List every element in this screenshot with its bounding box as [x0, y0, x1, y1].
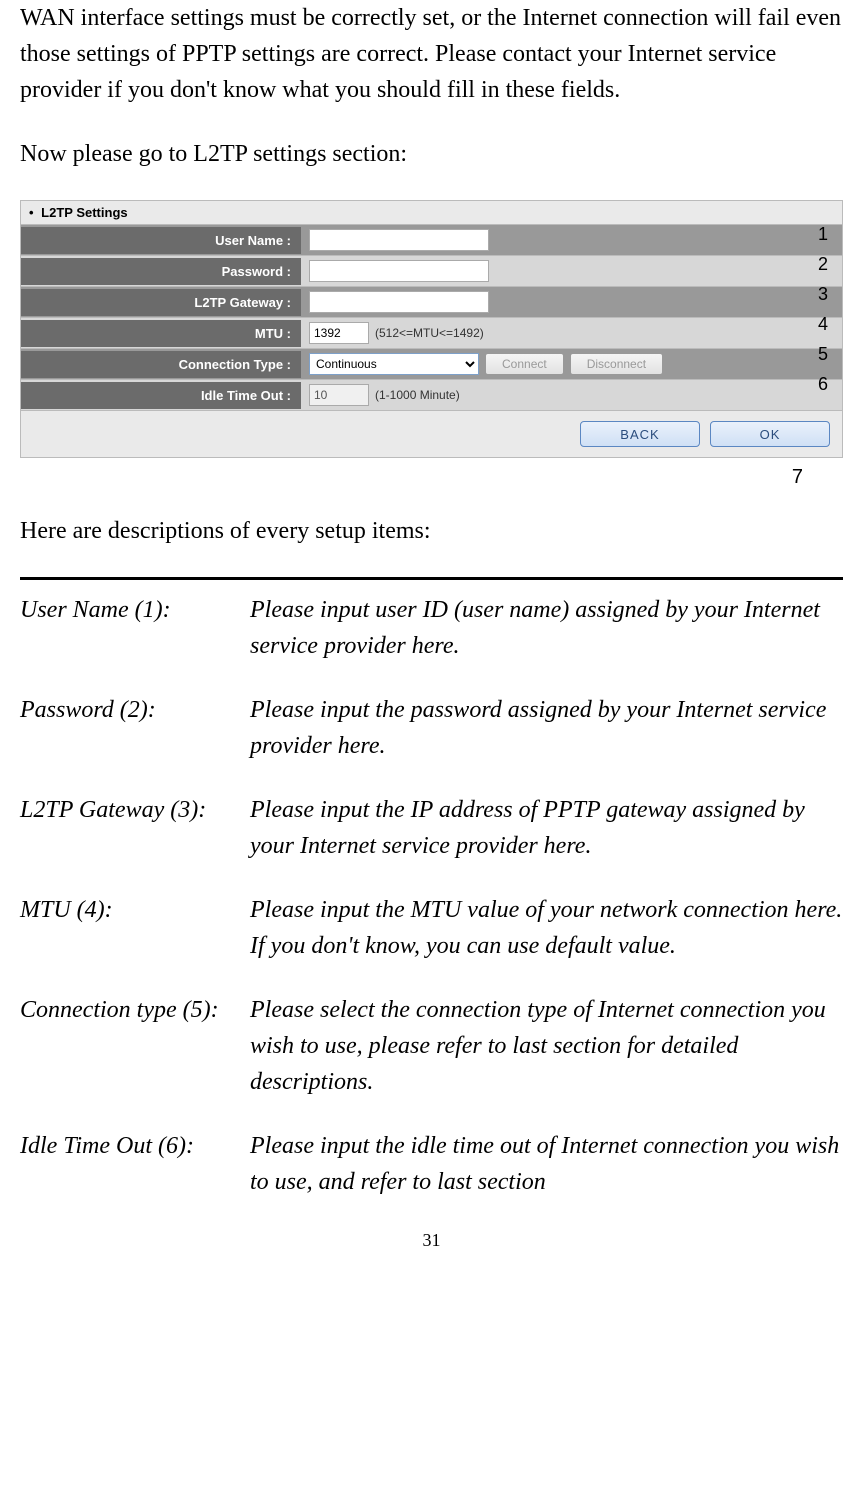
label-username: User Name :	[21, 227, 301, 254]
desc-row-idle: Idle Time Out (6): Please input the idle…	[20, 1128, 843, 1200]
label-password: Password :	[21, 258, 301, 285]
desc-row-gateway: L2TP Gateway (3): Please input the IP ad…	[20, 792, 843, 864]
annotation-1: 1	[818, 223, 828, 245]
desc-label-username: User Name (1):	[20, 592, 250, 664]
panel-button-row: BACK OK	[21, 411, 842, 457]
row-username: User Name :	[21, 225, 842, 256]
desc-row-connection: Connection type (5): Please select the c…	[20, 992, 843, 1100]
intro-paragraph-2: Now please go to L2TP settings section:	[20, 136, 843, 172]
label-gateway: L2TP Gateway :	[21, 289, 301, 316]
desc-row-username: User Name (1): Please input user ID (use…	[20, 592, 843, 664]
desc-text-username: Please input user ID (user name) assigne…	[250, 592, 843, 664]
desc-label-password: Password (2):	[20, 692, 250, 764]
l2tp-settings-panel: L2TP Settings User Name : Password : L2T…	[20, 200, 843, 458]
row-mtu: MTU : (512<=MTU<=1492)	[21, 318, 842, 349]
intro-paragraph-1: WAN interface settings must be correctly…	[20, 0, 843, 108]
annotation-7: 7	[20, 466, 843, 489]
input-password[interactable]	[309, 260, 489, 282]
row-idle-timeout: Idle Time Out : (1-1000 Minute)	[21, 380, 842, 411]
hint-mtu: (512<=MTU<=1492)	[375, 326, 484, 340]
input-gateway[interactable]	[309, 291, 489, 313]
settings-rows: User Name : Password : L2TP Gateway : MT…	[21, 224, 842, 411]
desc-label-gateway: L2TP Gateway (3):	[20, 792, 250, 864]
label-mtu: MTU :	[21, 320, 301, 347]
desc-text-connection: Please select the connection type of Int…	[250, 992, 843, 1100]
annotation-6: 6	[818, 373, 828, 395]
label-connection-type: Connection Type :	[21, 351, 301, 378]
input-idle-timeout	[309, 384, 369, 406]
panel-header: L2TP Settings	[21, 201, 842, 224]
annotation-4: 4	[818, 313, 828, 335]
description-table: User Name (1): Please input user ID (use…	[20, 592, 843, 1200]
desc-label-mtu: MTU (4):	[20, 892, 250, 964]
desc-row-password: Password (2): Please input the password …	[20, 692, 843, 764]
input-mtu[interactable]	[309, 322, 369, 344]
annotation-3: 3	[818, 283, 828, 305]
connect-button: Connect	[485, 353, 564, 375]
desc-label-connection: Connection type (5):	[20, 992, 250, 1100]
select-connection-type[interactable]: Continuous	[309, 353, 479, 375]
desc-text-idle: Please input the idle time out of Intern…	[250, 1128, 843, 1200]
desc-text-password: Please input the password assigned by yo…	[250, 692, 843, 764]
desc-intro: Here are descriptions of every setup ite…	[20, 513, 843, 549]
label-idle-timeout: Idle Time Out :	[21, 382, 301, 409]
input-username[interactable]	[309, 229, 489, 251]
row-gateway: L2TP Gateway :	[21, 287, 842, 318]
desc-text-mtu: Please input the MTU value of your netwo…	[250, 892, 843, 964]
row-password: Password :	[21, 256, 842, 287]
divider	[20, 577, 843, 580]
annotation-2: 2	[818, 253, 828, 275]
annotation-5: 5	[818, 343, 828, 365]
ok-button[interactable]: OK	[710, 421, 830, 447]
back-button[interactable]: BACK	[580, 421, 700, 447]
row-connection-type: Connection Type : Continuous Connect Dis…	[21, 349, 842, 380]
desc-text-gateway: Please input the IP address of PPTP gate…	[250, 792, 843, 864]
annotation-column: 1 2 3 4 5 6	[818, 223, 828, 395]
page-number: 31	[20, 1230, 843, 1251]
disconnect-button: Disconnect	[570, 353, 663, 375]
hint-idle-timeout: (1-1000 Minute)	[375, 388, 460, 402]
desc-label-idle: Idle Time Out (6):	[20, 1128, 250, 1200]
desc-row-mtu: MTU (4): Please input the MTU value of y…	[20, 892, 843, 964]
